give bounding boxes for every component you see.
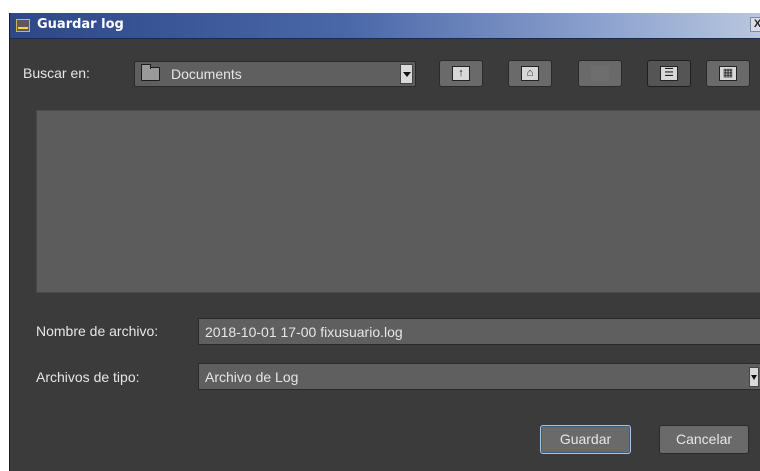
save-button[interactable]: Guardar xyxy=(540,425,631,454)
new-folder-icon xyxy=(591,66,609,81)
new-folder-button[interactable] xyxy=(578,60,622,87)
look-in-value: Documents xyxy=(171,66,242,82)
file-name-field[interactable]: 2018-10-01 17-00 fixusuario.log xyxy=(198,318,760,345)
folder-icon xyxy=(141,64,160,81)
home-icon: ⌂ xyxy=(521,66,539,81)
details-view-button[interactable]: ▦ xyxy=(706,60,750,87)
file-name-label: Nombre de archivo: xyxy=(36,323,159,339)
look-in-label: Buscar en: xyxy=(23,65,90,81)
details-view-icon: ▦ xyxy=(719,66,737,81)
file-type-combo[interactable]: Archivo de Log xyxy=(198,363,760,390)
close-button[interactable]: X xyxy=(750,17,760,32)
file-list[interactable] xyxy=(36,110,760,293)
look-in-combo[interactable]: Documents xyxy=(134,61,416,87)
file-name-value: 2018-10-01 17-00 fixusuario.log xyxy=(205,324,403,340)
save-log-dialog: Guardar log X Buscar en: Documents ↑ ⌂ ☰… xyxy=(9,13,760,471)
list-view-icon: ☰ xyxy=(660,66,678,81)
home-button[interactable]: ⌂ xyxy=(508,60,552,87)
cancel-button[interactable]: Cancelar xyxy=(659,425,749,454)
chevron-down-icon[interactable] xyxy=(749,367,759,387)
file-type-label: Archivos de tipo: xyxy=(36,369,140,385)
file-type-value: Archivo de Log xyxy=(205,369,299,385)
title-bar[interactable]: Guardar log X xyxy=(10,13,760,39)
folder-up-icon: ↑ xyxy=(452,66,470,81)
chevron-down-icon[interactable] xyxy=(400,64,413,84)
list-view-button[interactable]: ☰ xyxy=(647,60,691,87)
up-folder-button[interactable]: ↑ xyxy=(439,60,483,87)
dialog-title: Guardar log xyxy=(37,17,124,32)
app-icon xyxy=(16,19,30,32)
